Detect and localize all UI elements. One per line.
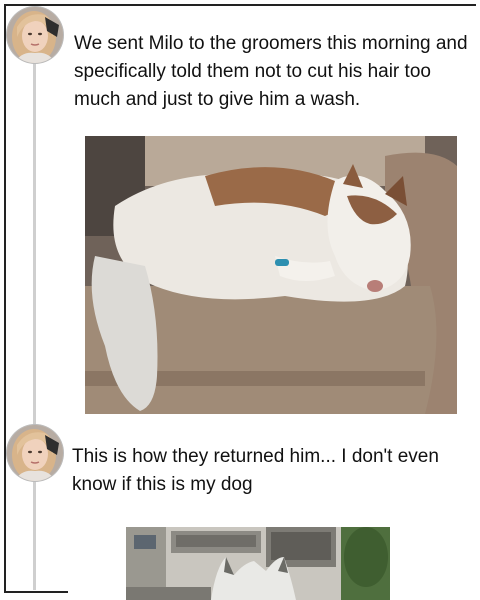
post-text: This is how they returned him... I don't… xyxy=(72,446,439,495)
post-text: We sent Milo to the groomers this mornin… xyxy=(74,33,468,110)
frame-bottom-border xyxy=(4,591,68,593)
frame-top-border xyxy=(4,4,476,6)
thread-connector-line xyxy=(33,60,36,590)
groomed-dog-on-balcony-photo xyxy=(126,527,390,600)
frame-left-border xyxy=(4,4,6,592)
groomed-dog-photo[interactable] xyxy=(126,527,390,600)
husky-sleeping-photo[interactable] xyxy=(85,136,457,414)
profile-avatar[interactable] xyxy=(7,425,63,481)
husky-sleeping-on-sofa-photo xyxy=(85,136,457,414)
profile-avatar[interactable] xyxy=(7,7,63,63)
avatar-image xyxy=(7,425,63,481)
avatar-image xyxy=(7,7,63,63)
